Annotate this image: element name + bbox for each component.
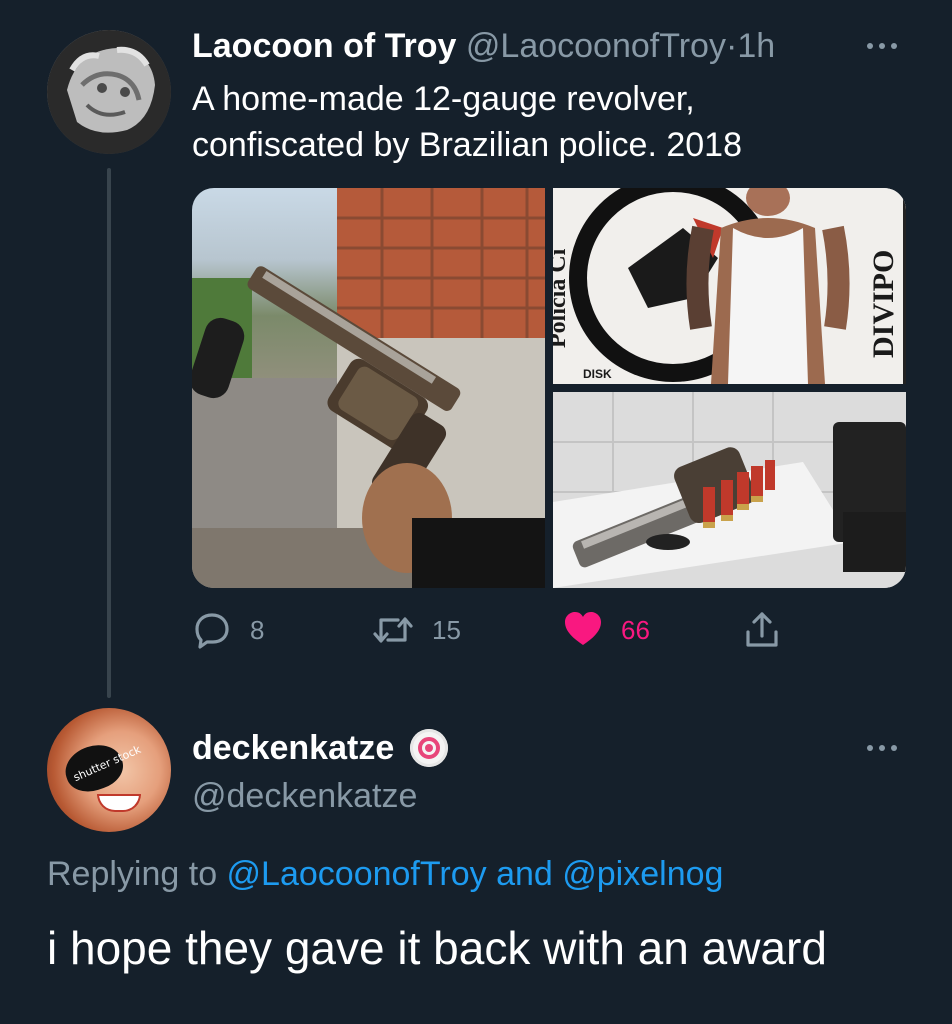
revolver-photo-icon: [192, 188, 545, 588]
sign-text-disk: DISK: [583, 367, 612, 381]
twitter-thread: Laocoon of Troy @LaocoonofTroy·1h A home…: [0, 0, 952, 1024]
revolver-table-photo-icon: [553, 392, 906, 588]
badge-icon: [410, 729, 449, 767]
media-image-revolver-table[interactable]: [553, 392, 906, 588]
more-icon[interactable]: [862, 738, 902, 758]
media-image-police-sign[interactable]: Polícia Ci DIVIPO DISK: [553, 188, 906, 384]
replying-to: Replying to @LaocoonofTroy and @pixelnog: [47, 852, 723, 896]
reply-text: i hope they gave it back with an award: [47, 922, 827, 974]
thread-line: [107, 168, 111, 698]
reply-icon: [195, 613, 229, 649]
reply-count: 8: [250, 614, 265, 645]
author-name[interactable]: Laocoon of Troy: [192, 27, 456, 65]
sign-text-divipo: DIVIPO: [867, 250, 900, 358]
laocoon-avatar[interactable]: [47, 30, 171, 154]
police-sign-photo-icon: Polícia Ci DIVIPO DISK: [553, 188, 906, 384]
tweet-text-line-1: A home-made 12-gauge revolver,: [192, 80, 695, 118]
tweet-header: Laocoon of Troy @LaocoonofTroy·1h: [192, 24, 892, 68]
deckenkatze-avatar[interactable]: shutter stock: [47, 708, 171, 832]
replying-and: and: [486, 855, 563, 893]
smile-icon: [97, 794, 141, 812]
tweet-media-grid: Polícia Ci DIVIPO DISK: [192, 188, 906, 588]
media-image-revolver-hand[interactable]: [192, 188, 545, 588]
tweet-text: A home-made 12-gauge revolver, confiscat…: [192, 76, 892, 168]
retweet-action[interactable]: 15: [372, 608, 461, 652]
tweet-time[interactable]: 1h: [737, 27, 775, 65]
like-count: 66: [621, 614, 650, 645]
replying-prefix: Replying to: [47, 855, 227, 893]
retweet-icon: [373, 617, 413, 643]
like-action[interactable]: 66: [563, 608, 650, 652]
reply-author-name[interactable]: deckenkatze: [192, 726, 394, 770]
replying-to-link-2[interactable]: @pixelnog: [562, 855, 723, 893]
sign-text-policia: Polícia Ci: [553, 248, 571, 348]
reply-action[interactable]: 8: [192, 608, 264, 652]
more-icon[interactable]: [862, 36, 902, 56]
statue-face-icon: [47, 30, 171, 154]
retweet-count: 15: [432, 614, 461, 645]
tweet-text-line-2: confiscated by Brazilian police. 2018: [192, 126, 742, 164]
reply-author-handle[interactable]: @deckenkatze: [192, 774, 417, 818]
share-icon: [746, 612, 778, 647]
share-action[interactable]: [742, 608, 782, 652]
author-handle[interactable]: @LaocoonofTroy: [466, 27, 726, 65]
separator: ·: [725, 27, 738, 65]
heart-icon: [565, 612, 601, 645]
replying-to-link-1[interactable]: @LaocoonofTroy: [227, 855, 487, 893]
reply-author: deckenkatze: [192, 726, 449, 770]
